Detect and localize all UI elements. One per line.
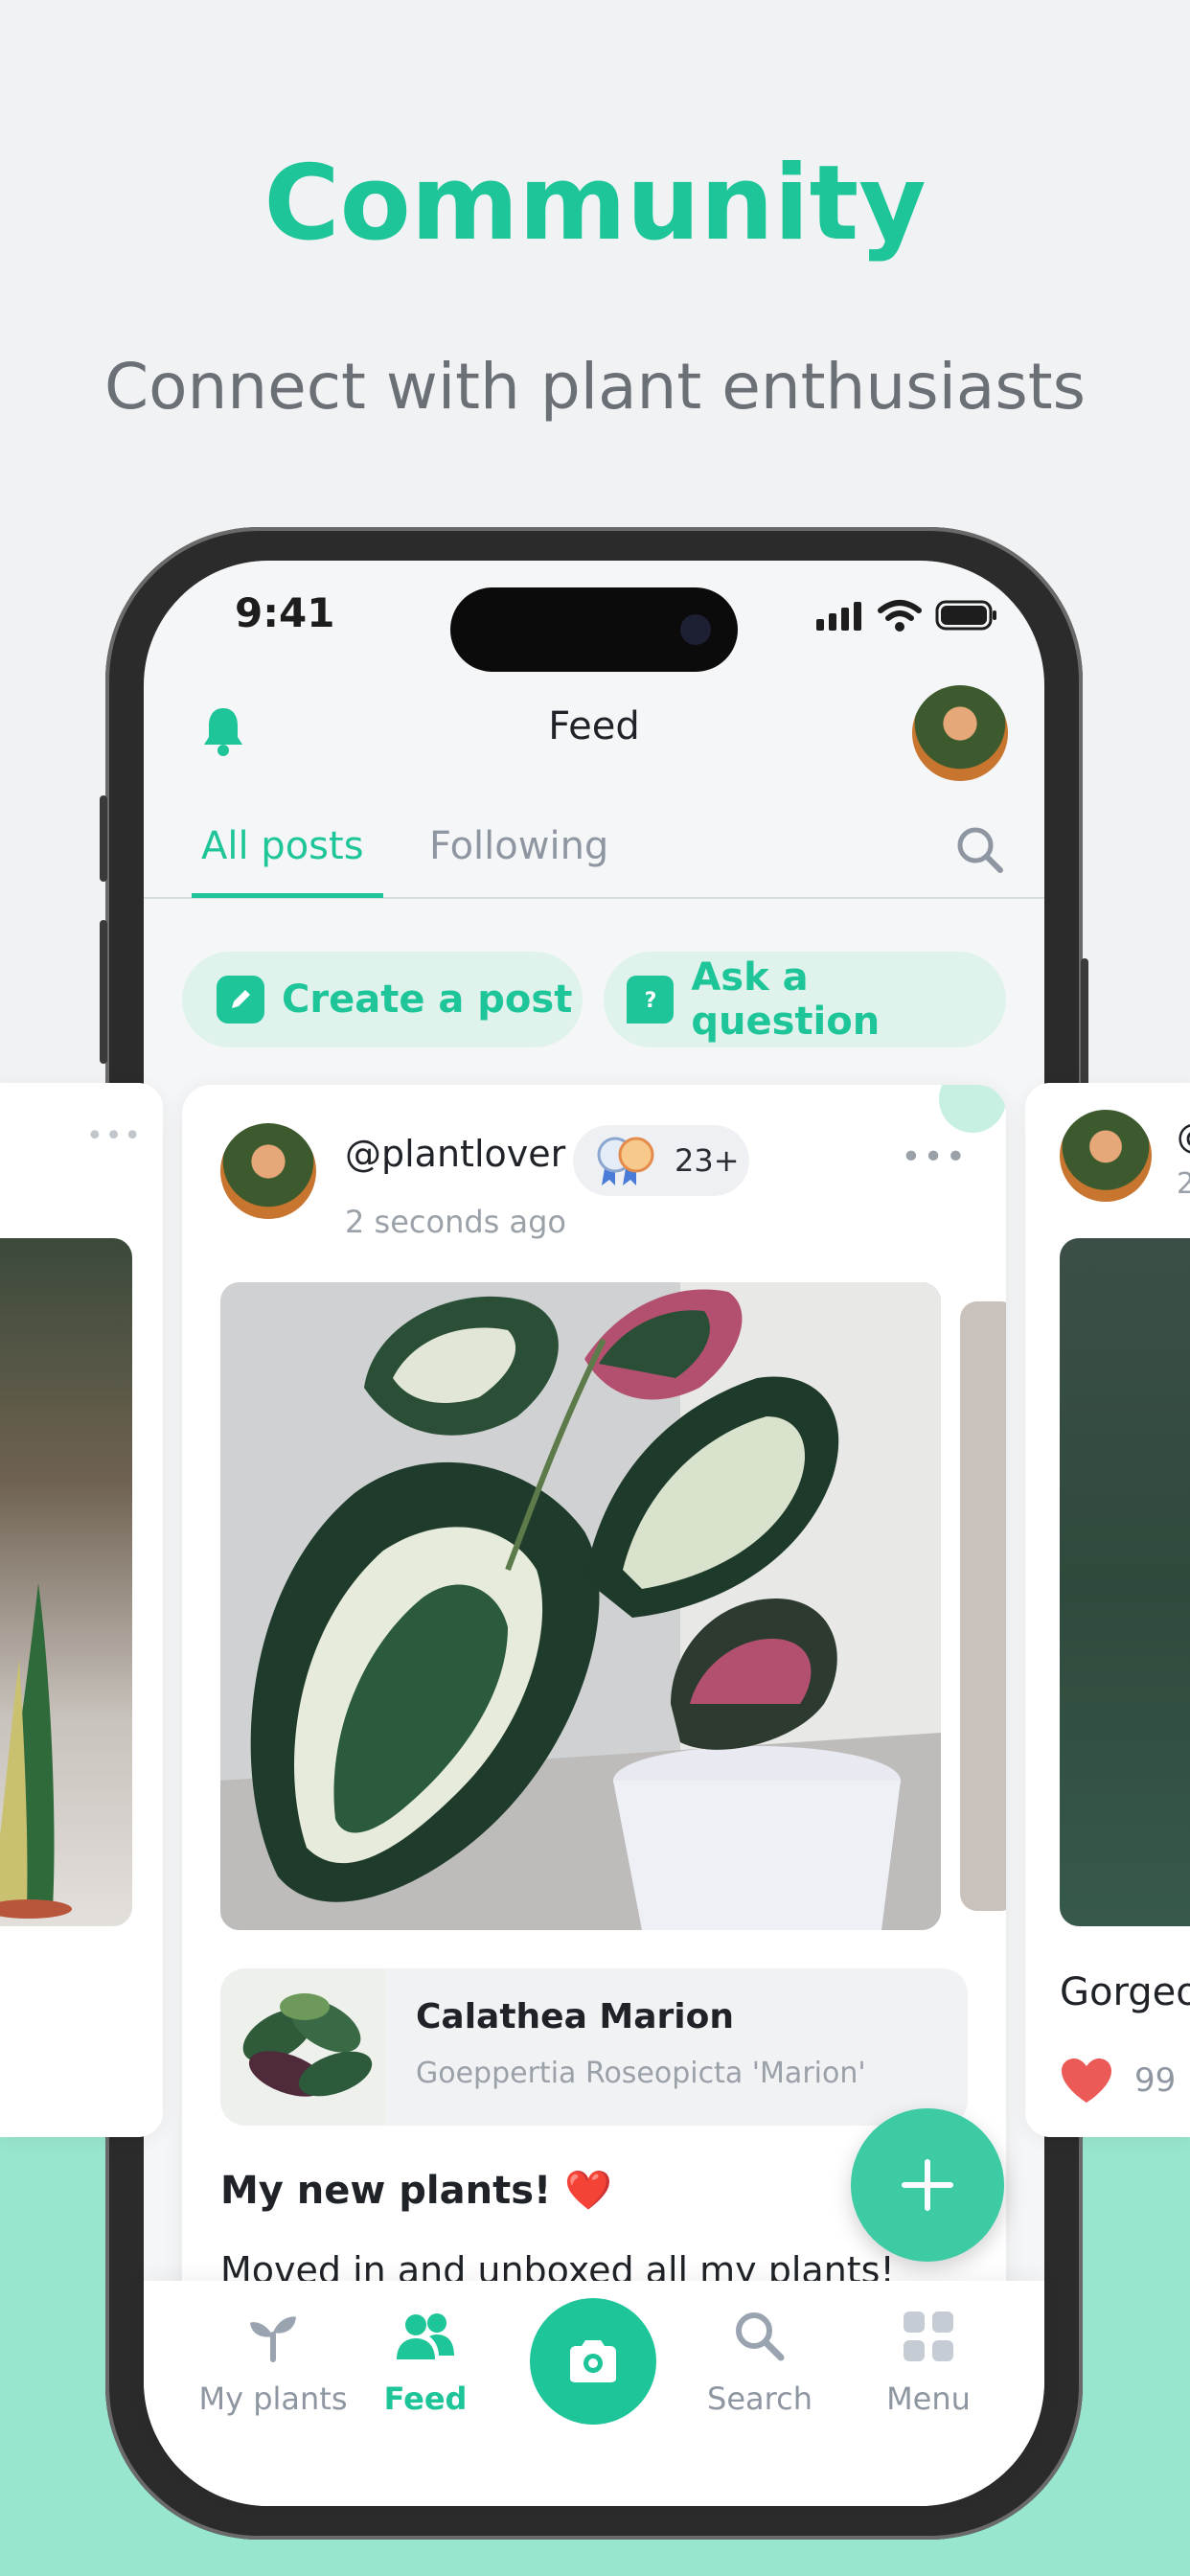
camera-button[interactable] [530,2298,656,2425]
add-button[interactable] [851,2108,1004,2262]
next-photo-peek [960,1301,1006,1911]
feed-search-button[interactable] [954,824,1006,880]
plus-icon [902,2159,953,2211]
battery-icon [935,600,996,631]
nav-item-search[interactable]: Search [678,2310,841,2417]
post-avatar[interactable] [1060,1110,1152,1202]
plant-thumbnail [220,1968,385,2126]
ask-question-button[interactable]: ? Ask a question [604,952,1006,1047]
active-tab-indicator [192,893,383,898]
heart-icon [1062,2058,1111,2103]
wifi-icon [878,600,922,632]
grid-icon [904,2312,953,2361]
profile-avatar[interactable] [912,685,1008,781]
question-bubble-icon: ? [627,976,675,1024]
bottom-nav: My plants Feed Search Menu [144,2281,1044,2506]
nav-label: Search [707,2380,812,2417]
post-photo [1060,1238,1190,1926]
dynamic-island [450,587,738,672]
plant-scientific-name: Goeppertia Roseopicta 'Marion' [416,2057,866,2090]
feed-tabs: All posts Following [144,815,1044,899]
post-caption: Gorgeo [1060,1970,1190,2014]
ask-question-label: Ask a question [691,955,881,1044]
plant-thumbnail-image [220,1968,385,2126]
decorative-leaf [939,1085,1006,1133]
badges-pill[interactable]: 23+ [573,1125,749,1196]
page-title: Feed [548,704,640,748]
cellular-signal-icon [816,602,861,631]
nav-label: Feed [383,2380,468,2417]
more-icon[interactable]: ••• [901,1138,968,1177]
like-count: 99 [1134,2061,1177,2100]
create-post-button[interactable]: Create a post [182,952,583,1047]
search-icon [957,827,1003,873]
more-icon: ••• [86,1119,144,1153]
hero-title: Community [263,144,927,264]
award-ribbon-icon [597,1137,654,1185]
camera-lens [680,614,711,645]
phone-side-button [100,795,107,882]
plant-name: Calathea Marion [416,1997,734,2036]
previous-post-card[interactable]: ••• [0,1083,163,2137]
post-time: 2 [1177,1167,1190,1201]
search-icon [736,2312,785,2361]
post-photo [0,1238,132,1926]
plant-tag-card[interactable]: Calathea Marion Goeppertia Roseopicta 'M… [220,1968,968,2126]
phone-volume-button [100,920,107,1064]
nav-item-feed[interactable]: Feed [344,2310,507,2417]
hero-subtitle: Connect with plant enthusiasts [103,350,1087,424]
status-icons [814,599,998,632]
people-icon [397,2313,454,2359]
pencil-icon [217,976,264,1024]
sprout-icon [250,2316,296,2362]
svg-text:?: ? [644,989,656,1013]
nav-label: Menu [886,2380,971,2417]
status-time: 9:41 [235,589,335,636]
tab-following[interactable]: Following [429,824,608,868]
badge-count: 23+ [675,1142,740,1179]
post-time: 2 seconds ago [345,1204,566,1240]
post-username[interactable]: @ [1177,1117,1190,1157]
post-username[interactable]: @plantlover [345,1133,565,1175]
camera-icon [570,2340,616,2382]
nav-item-menu[interactable]: Menu [847,2310,1010,2417]
post-avatar[interactable] [220,1123,316,1219]
post-photo[interactable] [220,1282,941,1930]
snake-plant-photo [0,1583,72,1919]
nav-label: My plants [198,2380,348,2417]
like-button[interactable]: 99 [1060,2057,1176,2104]
tab-all-posts[interactable]: All posts [201,824,364,868]
calathea-photo [220,1282,941,1930]
create-post-label: Create a post [282,978,573,1022]
nav-item-my-plants[interactable]: My plants [192,2310,355,2417]
post-title: My new plants! ❤️ [220,2169,613,2213]
next-post-card[interactable]: @ 2 Gorgeo 99 [1025,1083,1190,2137]
